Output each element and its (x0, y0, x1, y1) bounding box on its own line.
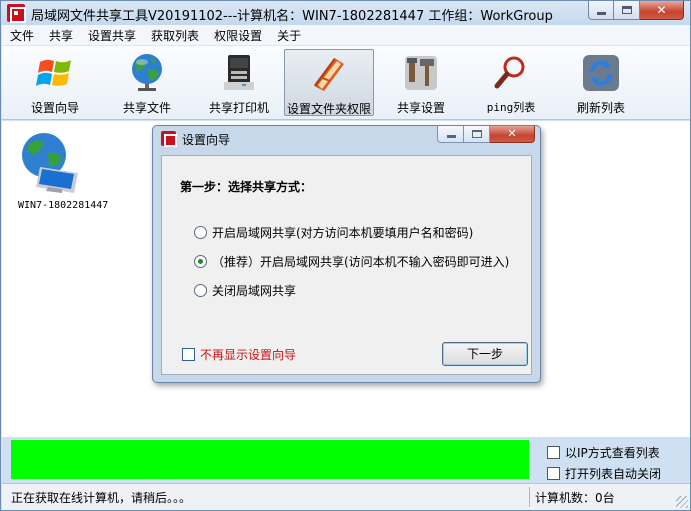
close-icon: ✕ (507, 127, 517, 140)
status-bar: 正在获取在线计算机，请稍后。。。 计算机数：0台 (2, 483, 690, 510)
toolbar-share-settings-button[interactable]: 共享设置 (382, 49, 460, 116)
ip-view-label: 以IP方式查看列表 (565, 446, 660, 460)
toolbar-ping-list-button[interactable]: ping列表 (472, 49, 550, 116)
computer-count: 计算机数：0台 (535, 491, 615, 505)
resize-grip-icon[interactable] (676, 496, 688, 508)
caption-buttons: ✕ (588, 1, 684, 21)
minimize-button[interactable] (588, 1, 614, 20)
auto-close-label: 打开列表自动关闭 (565, 467, 662, 481)
ip-view-option[interactable]: 以IP方式查看列表 (547, 444, 660, 461)
printer-icon (224, 55, 254, 90)
setup-wizard-dialog: 设置向导 ✕ 第一步：选择共享方式： 开启局域网共享(对方访问本机要填用户名和密… (152, 125, 541, 383)
dialog-title-bar[interactable]: 设置向导 ✕ (153, 126, 540, 150)
menu-permissions[interactable]: 权限设置 (214, 27, 262, 44)
main-window: 局域网文件共享工具V20191102---计算机名：WIN7-180228144… (0, 0, 691, 511)
close-button[interactable]: ✕ (640, 1, 684, 20)
dialog-app-icon (161, 131, 177, 147)
menu-about[interactable]: 关于 (277, 27, 301, 44)
radio-label: 开启局域网共享(对方访问本机要填用户名和密码) (212, 226, 474, 240)
title-bar[interactable]: 局域网文件共享工具V20191102---计算机名：WIN7-180228144… (1, 1, 690, 25)
computer-item[interactable]: WIN7-1802281447 (18, 127, 118, 211)
close-icon: ✕ (656, 3, 667, 17)
radio-option-no-password[interactable]: （推荐）开启局域网共享(访问本机不输入密码即可进入) (194, 253, 509, 270)
toolbar-label: 设置文件夹权限 (286, 102, 371, 116)
next-button[interactable]: 下一步 (442, 342, 528, 366)
minimize-icon (447, 135, 456, 138)
toolbar-refresh-list-button[interactable]: 刷新列表 (562, 49, 640, 116)
dialog-caption-buttons: ✕ (437, 126, 535, 143)
radio-button[interactable] (194, 226, 207, 239)
toolbar-share-files-button[interactable]: 共享文件 (108, 49, 186, 116)
computer-name: WIN7-1802281447 (18, 200, 109, 211)
status-divider (529, 487, 530, 507)
tools-icon (405, 56, 437, 90)
windows-logo-icon (36, 59, 71, 86)
toolbar-label: 设置向导 (30, 101, 79, 115)
radio-label: （推荐）开启局域网共享(访问本机不输入密码即可进入) (212, 255, 510, 269)
dialog-close-button[interactable]: ✕ (490, 126, 535, 143)
dialog-minimize-button[interactable] (437, 126, 464, 143)
maximize-button[interactable] (614, 1, 640, 20)
toolbar: 设置向导 共享文件 共享打印机 设置文件夹权限 共享设置 ping列表 刷新列表 (2, 46, 690, 120)
folder-book-icon (314, 58, 344, 91)
status-message: 正在获取在线计算机，请稍后。。。 (11, 491, 192, 505)
radio-option-with-password[interactable]: 开启局域网共享(对方访问本机要填用户名和密码) (194, 224, 473, 241)
dont-show-label: 不再显示设置向导 (200, 348, 297, 362)
refresh-icon (583, 55, 619, 91)
magnifier-icon (494, 56, 525, 89)
toolbar-label: ping列表 (486, 101, 536, 114)
dont-show-option[interactable]: 不再显示设置向导 (182, 346, 296, 363)
menu-bar: 文件 共享 设置共享 获取列表 权限设置 关于 (2, 25, 690, 46)
menu-set-share[interactable]: 设置共享 (88, 27, 136, 44)
maximize-icon (472, 130, 482, 138)
radio-option-disable-share[interactable]: 关闭局域网共享 (194, 282, 296, 299)
radio-label: 关闭局域网共享 (212, 284, 297, 298)
toolbar-label: 共享文件 (122, 101, 171, 115)
ip-view-checkbox[interactable] (547, 446, 560, 459)
radio-button[interactable] (194, 284, 207, 297)
menu-share[interactable]: 共享 (49, 27, 73, 44)
network-computer-icon (22, 133, 78, 193)
toolbar-setup-wizard-button[interactable]: 设置向导 (16, 49, 94, 116)
menu-get-list[interactable]: 获取列表 (151, 27, 199, 44)
toolbar-label: 共享打印机 (208, 101, 269, 115)
dialog-title: 设置向导 (182, 133, 231, 147)
step-heading: 第一步：选择共享方式： (180, 180, 313, 194)
dialog-body: 第一步：选择共享方式： 开启局域网共享(对方访问本机要填用户名和密码) （推荐）… (161, 155, 532, 375)
menu-file[interactable]: 文件 (10, 27, 34, 44)
maximize-icon (622, 6, 632, 14)
app-logo-icon (7, 4, 26, 23)
toolbar-folder-permission-button[interactable]: 设置文件夹权限 (284, 49, 374, 116)
toolbar-label: 共享设置 (396, 101, 445, 115)
radio-button-selected[interactable] (194, 255, 207, 268)
minimize-icon (597, 12, 606, 15)
auto-close-option[interactable]: 打开列表自动关闭 (547, 465, 661, 482)
window-title: 局域网文件共享工具V20191102---计算机名：WIN7-180228144… (31, 9, 553, 24)
dont-show-checkbox[interactable] (182, 348, 195, 361)
auto-close-checkbox[interactable] (547, 467, 560, 480)
globe-icon (132, 54, 162, 91)
dialog-maximize-button[interactable] (464, 126, 490, 143)
toolbar-share-printer-button[interactable]: 共享打印机 (200, 49, 278, 116)
toolbar-label: 刷新列表 (576, 101, 625, 115)
progress-bar (11, 440, 529, 479)
